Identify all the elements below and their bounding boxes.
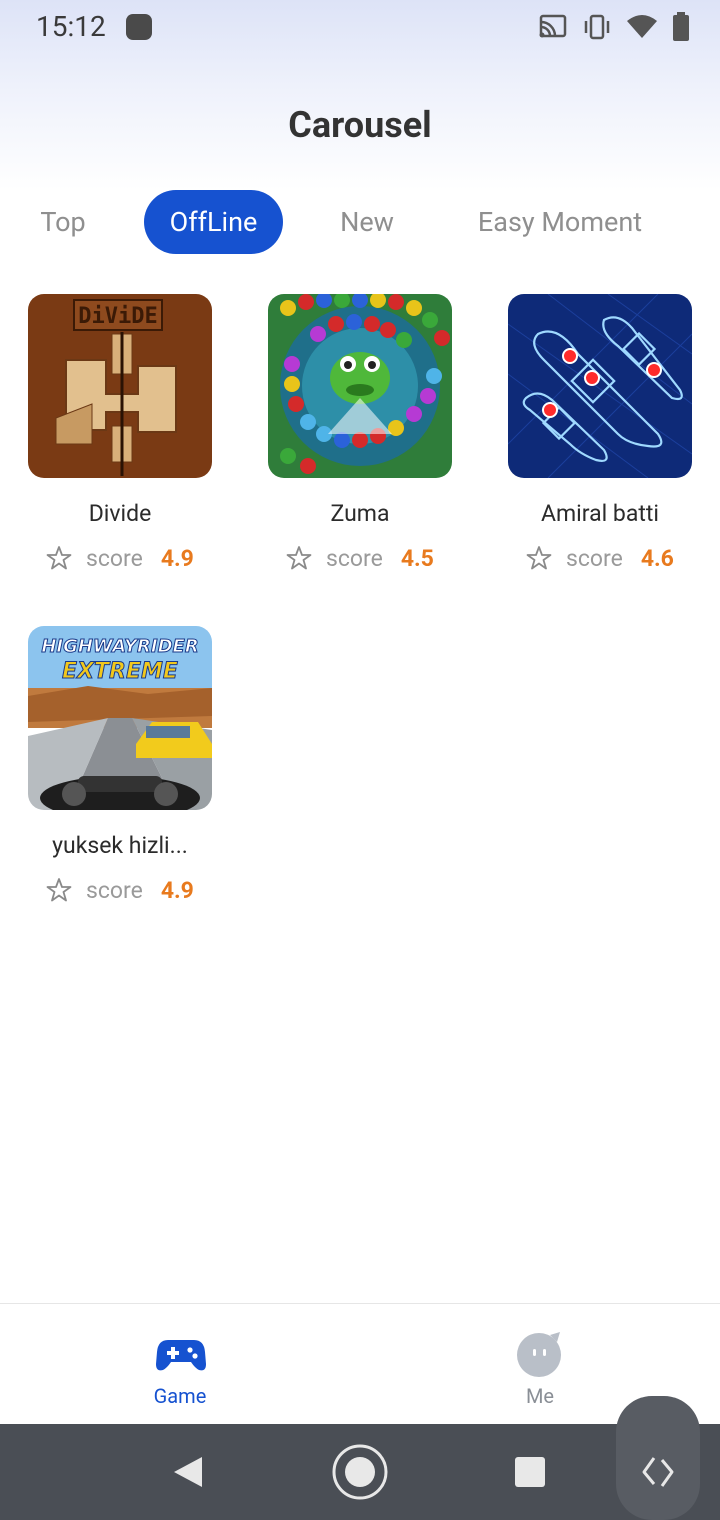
nav-label-me: Me [525, 1384, 555, 1408]
star-icon [46, 546, 72, 570]
home-icon [332, 1444, 388, 1500]
game-name: Divide [88, 500, 152, 527]
back-icon [174, 1457, 202, 1487]
page-title: Carousel [288, 104, 432, 146]
game-card-yuksek-hizli[interactable]: HIGHWAYRIDER EXTREME yuksek hizli... sco… [28, 626, 212, 904]
star-icon [46, 878, 72, 902]
tab-top[interactable]: Top [20, 190, 106, 254]
score-value: 4.6 [640, 544, 674, 572]
game-thumbnail[interactable]: DiViDE [28, 294, 212, 478]
game-name: yuksek hizli... [52, 832, 188, 859]
cast-icon [539, 14, 567, 38]
bottom-navigation: Game Me [0, 1303, 720, 1424]
score-label: score [326, 544, 383, 572]
vibrate-icon [584, 14, 610, 40]
rotate-icon [642, 1457, 674, 1487]
tab-new[interactable]: New [322, 190, 412, 254]
score-label: score [86, 544, 143, 572]
status-bar: 15:12 [0, 0, 720, 56]
score-value: 4.5 [400, 544, 434, 572]
game-score: score 4.9 [46, 542, 246, 574]
tab-easy-moment[interactable]: Easy Moment [460, 190, 660, 254]
nav-item-me[interactable]: Me [420, 1304, 660, 1424]
game-thumbnail[interactable]: HIGHWAYRIDER EXTREME [28, 626, 212, 810]
gamepad-icon [156, 1340, 206, 1371]
wifi-icon [627, 15, 657, 38]
game-score: score 4.6 [526, 542, 720, 574]
category-tabs: Top OffLine New Easy Moment [0, 190, 720, 254]
game-score: score 4.9 [46, 874, 246, 906]
star-icon [286, 546, 312, 570]
game-card-divide[interactable]: DiViDE Divide score 4.9 [28, 294, 212, 572]
battery-icon [673, 12, 689, 41]
star-icon [526, 546, 552, 570]
game-name: Amiral batti [541, 500, 659, 527]
nav-label-game: Game [153, 1384, 207, 1408]
back-button[interactable] [168, 1424, 208, 1520]
highway-rider-logo-line-2: EXTREME [62, 659, 178, 684]
recents-button[interactable] [512, 1424, 548, 1520]
status-time: 15:12 [36, 10, 106, 43]
game-card-amiral-batti[interactable]: Amiral batti score 4.6 [508, 294, 692, 572]
score-label: score [86, 876, 143, 904]
notification-icon [126, 14, 152, 40]
highway-rider-logo-line-1: HIGHWAYRIDER [41, 636, 198, 657]
game-thumbnail[interactable] [268, 294, 452, 478]
rotate-button[interactable] [636, 1424, 680, 1520]
score-value: 4.9 [160, 876, 194, 904]
divide-logo-text: DiViDE [78, 304, 157, 329]
game-card-zuma[interactable]: Zuma score 4.5 [268, 294, 452, 572]
game-thumbnail[interactable] [508, 294, 692, 478]
recents-icon [515, 1457, 545, 1487]
home-button[interactable] [330, 1424, 390, 1520]
nav-item-game[interactable]: Game [60, 1304, 300, 1424]
system-navigation-bar [0, 1396, 720, 1520]
game-name: Zuma [330, 500, 390, 527]
face-icon [517, 1332, 561, 1377]
tab-offline[interactable]: OffLine [144, 190, 283, 254]
score-label: score [566, 544, 623, 572]
game-score: score 4.5 [286, 542, 486, 574]
status-icons [538, 12, 690, 42]
score-value: 4.9 [160, 544, 194, 572]
